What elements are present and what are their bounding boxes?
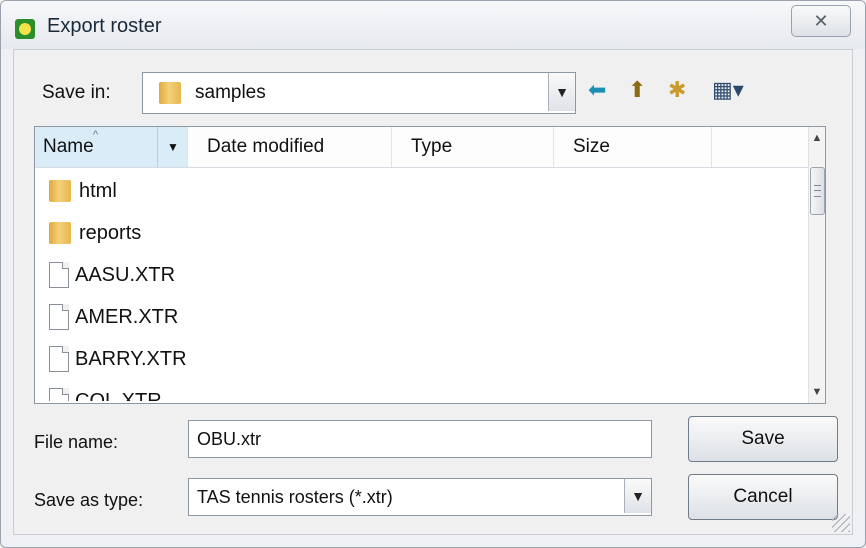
list-item[interactable]: COL.XTR [49,381,162,401]
file-icon [49,388,69,401]
save-as-type-dropdown[interactable]: TAS tennis rosters (*.xtr) ▼ [188,478,652,516]
folder-icon [49,180,71,202]
grip-icon [814,185,821,197]
column-header-size[interactable]: Size [553,127,712,167]
save-in-label: Save in: [42,82,111,103]
chevron-down-icon[interactable]: ▼ [157,127,188,167]
list-item[interactable]: AASU.XTR [49,255,175,295]
list-item[interactable]: AMER.XTR [49,297,178,337]
file-icon [49,304,69,330]
item-name: html [79,179,117,202]
scroll-up-icon[interactable]: ▲ [809,129,825,147]
folder-icon [159,82,181,104]
save-button[interactable]: Save [688,416,838,462]
list-item[interactable]: reports [49,213,141,253]
scroll-down-icon[interactable]: ▼ [809,383,825,401]
chevron-down-icon[interactable]: ▼ [548,73,575,111]
file-icon [49,262,69,288]
column-label-name: Name [43,136,94,157]
column-header-name[interactable]: ^ Name ▼ [35,127,188,167]
app-icon [15,19,35,39]
list-header: ^ Name ▼ Date modified Type Size [35,127,809,168]
list-item[interactable]: html [49,171,117,211]
file-name-input[interactable]: OBU.xtr [188,420,652,458]
up-folder-icon[interactable]: ⬆ [628,78,646,102]
vertical-scrollbar[interactable]: ▲ ▼ [808,127,825,403]
title-bar[interactable]: Export roster ✕ [1,1,865,49]
window-title: Export roster [47,15,162,37]
item-name: COL.XTR [75,389,162,402]
new-folder-icon[interactable]: ✱ [668,78,686,102]
scrollbar-thumb[interactable] [810,167,825,215]
sort-ascending-icon: ^ [93,129,99,141]
save-as-type-value: TAS tennis rosters (*.xtr) [197,487,393,507]
save-as-type-label: Save as type: [34,490,144,510]
resize-grip-icon[interactable] [832,514,850,532]
file-name-label: File name: [34,432,119,452]
back-arrow-icon[interactable]: ⬅ [588,78,606,102]
column-header-date-modified[interactable]: Date modified [187,127,392,167]
folder-icon [49,222,71,244]
column-label-size: Size [573,136,610,157]
file-list[interactable]: ^ Name ▼ Date modified Type Size html re… [34,126,826,404]
item-name: reports [79,221,142,244]
dialog-body: Save in: samples ▼ ⬅ ⬆ ✱ ▦▾ ^ Name ▼ Dat… [13,49,853,535]
save-in-dropdown[interactable]: samples ▼ [142,72,576,114]
views-menu-icon[interactable]: ▦▾ [712,78,744,102]
item-name: AMER.XTR [75,305,179,328]
chevron-down-icon[interactable]: ▼ [624,479,651,513]
column-header-type[interactable]: Type [391,127,554,167]
cancel-button[interactable]: Cancel [688,474,838,520]
save-in-value: samples [195,82,266,103]
column-label-type: Type [411,136,453,157]
close-button[interactable]: ✕ [791,5,851,37]
item-name: AASU.XTR [75,263,176,286]
list-rows: html reports AASU.XTR AMER.XTR BARRY.XTR [35,169,809,401]
item-name: BARRY.XTR [75,347,187,370]
file-icon [49,346,69,372]
list-item[interactable]: BARRY.XTR [49,339,187,379]
export-roster-dialog: Export roster ✕ Save in: samples ▼ ⬅ ⬆ ✱… [0,0,866,548]
column-label-date-modified: Date modified [207,136,325,157]
